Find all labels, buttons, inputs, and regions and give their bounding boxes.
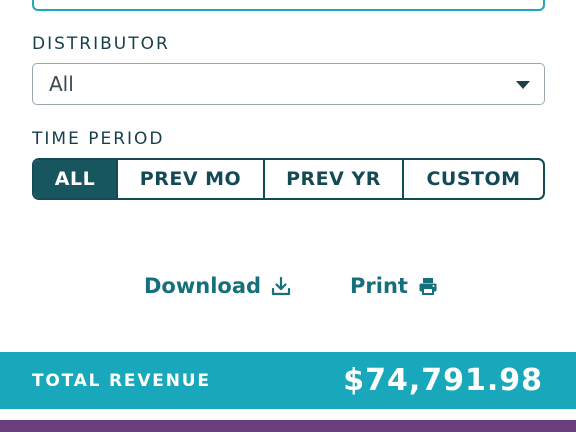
time-period-prev-mo-button[interactable]: PREV MO bbox=[118, 160, 265, 198]
chevron-down-icon bbox=[516, 81, 530, 89]
printer-icon bbox=[418, 276, 438, 296]
download-icon bbox=[271, 276, 291, 296]
print-link[interactable]: Print bbox=[350, 274, 438, 298]
next-section-bar bbox=[0, 420, 576, 432]
download-link[interactable]: Download bbox=[144, 274, 291, 298]
time-period-prev-yr-button[interactable]: PREV YR bbox=[265, 160, 404, 198]
total-revenue-bar: TOTAL REVENUE $74,791.98 bbox=[0, 352, 576, 409]
download-label: Download bbox=[144, 274, 262, 298]
export-actions: Download Print bbox=[0, 274, 576, 304]
distributor-select[interactable]: All bbox=[32, 63, 545, 105]
print-label: Print bbox=[350, 274, 408, 298]
total-revenue-label: TOTAL REVENUE bbox=[32, 370, 211, 391]
total-revenue-value: $74,791.98 bbox=[343, 363, 543, 398]
distributor-selected-value: All bbox=[49, 72, 74, 96]
distributor-label: DISTRIBUTOR bbox=[32, 34, 170, 54]
time-period-custom-button[interactable]: CUSTOM bbox=[404, 160, 543, 198]
time-period-label: TIME PERIOD bbox=[32, 129, 165, 149]
time-period-segmented-control: ALL PREV MO PREV YR CUSTOM bbox=[32, 158, 545, 200]
top-input-field[interactable] bbox=[32, 0, 545, 11]
time-period-all-button[interactable]: ALL bbox=[34, 160, 118, 198]
